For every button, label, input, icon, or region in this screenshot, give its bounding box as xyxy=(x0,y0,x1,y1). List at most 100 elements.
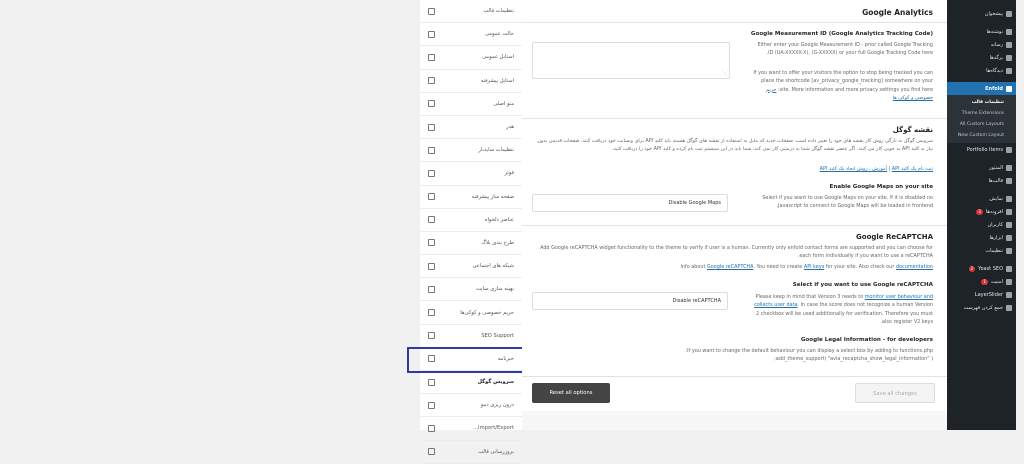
left-gutter xyxy=(0,0,420,430)
notification-badge: 1 xyxy=(981,278,988,285)
admin-menu-item[interactable]: نوشته‌ها xyxy=(947,25,1016,38)
admin-menu-item[interactable]: رسانه xyxy=(947,38,1016,51)
map-icon xyxy=(428,378,435,386)
palette-icon xyxy=(428,53,435,61)
tab-item[interactable]: فوتر xyxy=(420,162,522,186)
pages-icon xyxy=(1006,54,1012,61)
reset-all-options-button[interactable]: Reset all options xyxy=(532,383,610,403)
tab-item[interactable]: بروزرسانی قالب xyxy=(420,441,522,464)
admin-menu-item[interactable]: LayerSlider xyxy=(947,288,1016,301)
admin-menu-item[interactable]: Enfold xyxy=(947,82,1016,95)
recaptcha-select-label: Select if you want to use Google reCAPTC… xyxy=(792,282,933,288)
options-footer: Reset all options Save all changes xyxy=(522,376,947,411)
api-key-tutorial-link[interactable]: آموزش ـ روش ایجاد یک کلید API xyxy=(820,166,887,172)
admin-menu-item[interactable]: Yoast SEO 2 xyxy=(947,262,1016,275)
maps-select[interactable]: Disable Google Maps xyxy=(532,194,728,212)
submenu-item[interactable]: New Custom Layout xyxy=(947,130,1016,141)
admin-menu-item[interactable]: نمایش xyxy=(947,192,1016,205)
tab-item[interactable]: استایل پیشرفته xyxy=(420,70,522,93)
tab-item[interactable]: حالت عمومی xyxy=(420,23,522,47)
tab-item[interactable]: استایل عمومی xyxy=(420,46,522,70)
tab-item[interactable]: SEO Support xyxy=(420,325,522,348)
admin-menu-item[interactable]: المنتور xyxy=(947,161,1016,174)
admin-menu-label: پیشخوان xyxy=(984,10,1003,17)
tab-item[interactable]: حریم خصوصی و کوکی‌ها xyxy=(420,301,522,325)
admin-menu-label: قالب‌ها xyxy=(988,177,1003,184)
tab-label: تنظیمات قالب xyxy=(483,8,514,15)
admin-menu-item[interactable]: برگه‌ها xyxy=(947,51,1016,64)
elements-icon xyxy=(428,216,435,224)
tab-item[interactable]: تنظیمات قالب xyxy=(420,0,522,24)
measurement-desc: Either enter your Google Measurement ID … xyxy=(757,42,933,57)
tab-item[interactable]: منو اصلی xyxy=(420,93,522,116)
save-all-changes-button[interactable]: Save all changes xyxy=(855,383,935,403)
submenu-item[interactable]: Theme Extensions xyxy=(947,108,1016,119)
analytics-section: Google Measurement ID (Google Analytics … xyxy=(522,23,947,119)
api-keys-link[interactable]: API keys xyxy=(804,264,824,270)
enable-maps-desc: Select if you want to use Google Maps on… xyxy=(762,195,933,210)
admin-menu-item[interactable]: افزونه‌ها 3 xyxy=(947,205,1016,218)
tab-label: بروزرسانی قالب xyxy=(478,448,514,455)
submenu-item[interactable]: All Custom Layouts xyxy=(947,119,1016,130)
admin-menu-item[interactable]: قالب‌ها xyxy=(947,174,1016,187)
tools-icon xyxy=(428,7,435,15)
maps-section: نقشه گوگل سرویس گوگل به تازگی روش کار نق… xyxy=(522,119,947,226)
tab-item[interactable]: هدر xyxy=(420,116,522,140)
tab-label: تنظیمات سایدبار xyxy=(478,147,514,154)
social-icon xyxy=(428,262,435,270)
tab-label: طرح بندی بلاگ xyxy=(481,239,514,246)
tab-item[interactable]: بهینه سازی سایت xyxy=(420,278,522,302)
admin-menu-label: تنظیمات xyxy=(985,247,1003,254)
legal-info-desc: If you want to change the default behavi… xyxy=(685,348,933,363)
measurement-label: Google Measurement ID (Google Analytics … xyxy=(750,31,933,37)
register-api-key-link[interactable]: ثبت نام یک کلید API xyxy=(892,166,933,172)
tab-item[interactable]: صفحه ساز پیشرفته xyxy=(420,186,522,209)
tab-item[interactable]: شبکه های اجتماعی xyxy=(420,255,522,279)
admin-menu-item[interactable]: پیشخوان xyxy=(947,7,1016,20)
tab-label: استایل عمومی xyxy=(482,54,514,61)
tab-label: SEO Support xyxy=(481,332,514,339)
import-icon xyxy=(428,401,435,409)
admin-menu-item[interactable]: Portfolio Items xyxy=(947,143,1016,156)
recaptcha-title: Google ReCAPTCHA xyxy=(856,233,933,241)
submenu-item[interactable]: تنظیمات قالب xyxy=(947,97,1016,108)
admin-menu-item[interactable]: کاربران xyxy=(947,218,1016,231)
layout-icon xyxy=(428,30,435,38)
tab-label: منو اصلی xyxy=(493,100,514,107)
google-recaptcha-link[interactable]: Google reCAPTCHA xyxy=(707,264,753,270)
tab-item[interactable]: عناصر دلخواه xyxy=(420,209,522,232)
recaptcha-select[interactable]: Disable reCAPTCHA xyxy=(532,292,728,310)
tab-label: سرویس گوگل xyxy=(477,379,514,386)
layerslider-icon xyxy=(1006,291,1012,298)
documentation-link[interactable]: documentation xyxy=(896,264,933,270)
security-icon xyxy=(1006,278,1012,285)
admin-menu-label: امنیت xyxy=(991,278,1003,285)
legal-info-label: Google Legal Information - for developer… xyxy=(800,337,933,343)
home-icon xyxy=(1006,85,1012,92)
elementor-icon xyxy=(1006,164,1012,171)
admin-menu-item[interactable]: تنظیمات xyxy=(947,244,1016,257)
admin-sidebar: پیشخوان نوشته‌ها رسانه برگه‌ها دیدگاه‌ها Enfo… xyxy=(947,0,1016,430)
collapse-icon xyxy=(1006,304,1012,311)
tab-item[interactable]: طرح بندی بلاگ xyxy=(420,232,522,256)
tab-item[interactable]: درون ریزی دمو xyxy=(420,394,522,418)
settings-icon xyxy=(1006,247,1012,254)
admin-menu-item[interactable]: ابزارها xyxy=(947,231,1016,244)
menu-icon xyxy=(428,100,435,108)
measurement-id-textarea[interactable]: ⋰ xyxy=(532,42,730,79)
tab-item[interactable]: تنظیمات سایدبار xyxy=(420,139,522,163)
sidebar-icon xyxy=(428,146,435,154)
tab-item[interactable]: سرویس گوگل xyxy=(420,371,522,395)
users-icon xyxy=(1006,221,1012,228)
admin-menu-label: برگه‌ها xyxy=(989,54,1003,61)
resize-handle-icon[interactable]: ⋰ xyxy=(722,70,727,76)
search-icon xyxy=(428,332,435,340)
tab-label: درون ریزی دمو xyxy=(480,402,514,409)
gear-icon xyxy=(428,309,435,317)
plugins-icon xyxy=(1006,208,1012,215)
tab-item[interactable]: Import/Export... xyxy=(420,417,522,441)
admin-menu-item[interactable]: امنیت 1 xyxy=(947,275,1016,288)
admin-menu-label: دیدگاه‌ها xyxy=(986,67,1003,74)
admin-menu-item[interactable]: دیدگاه‌ها xyxy=(947,64,1016,77)
admin-menu-item[interactable]: جمع کردن فهرست xyxy=(947,301,1016,314)
